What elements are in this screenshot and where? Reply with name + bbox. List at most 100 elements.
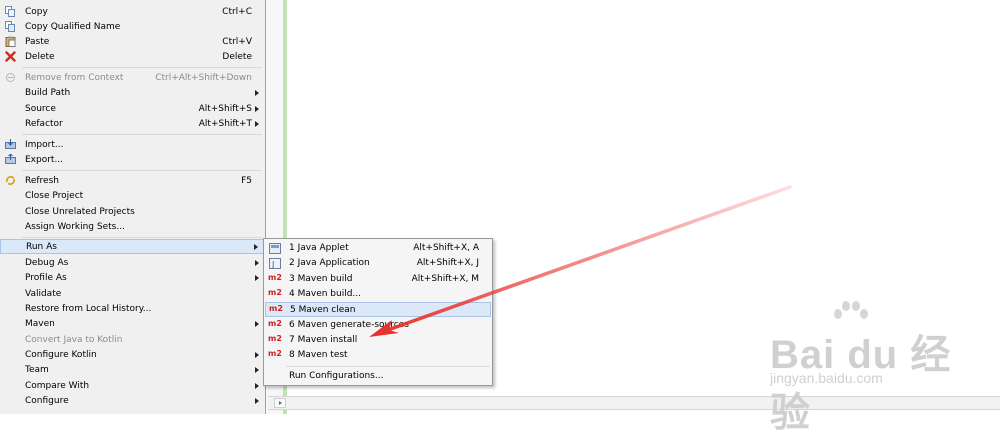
menu-item-close-unrelated-projects[interactable]: Close Unrelated Projects (0, 204, 264, 219)
maven-m2-icon: m2 (268, 288, 282, 297)
menu-item-label: Compare With (25, 380, 90, 391)
menu-separator (22, 237, 262, 238)
copy-qualified-icon (5, 21, 15, 32)
scroll-right-button[interactable] (274, 398, 286, 408)
menu-item-profile-as[interactable]: Profile As (0, 270, 264, 285)
maven-m2-icon: m2 (268, 319, 282, 328)
submenu-item-label: 2 Java Application (289, 258, 370, 268)
menu-item-delete[interactable]: Delete Delete (0, 49, 264, 64)
menu-item-label: Maven (25, 318, 55, 329)
submenu-arrow-icon (255, 351, 259, 358)
submenu-item-label: Run Configurations... (289, 371, 384, 381)
submenu-item-java-applet[interactable]: 1 Java Applet Alt+Shift+X, A (265, 241, 491, 256)
menu-item-label: Close Project (25, 190, 84, 201)
menu-item-close-project[interactable]: Close Project (0, 188, 264, 203)
submenu-item-label: 4 Maven build... (289, 289, 362, 299)
menu-item-export[interactable]: Export... (0, 152, 264, 167)
menu-item-shortcut: F5 (241, 175, 252, 186)
menu-item-label: Import... (25, 139, 64, 150)
maven-m2-icon: m2 (269, 304, 283, 313)
submenu-item-label: 1 Java Applet (289, 243, 349, 253)
submenu-arrow-icon (255, 320, 259, 327)
menu-item-label: Refresh (25, 175, 59, 186)
submenu-arrow-icon (255, 120, 259, 127)
menu-item-debug-as[interactable]: Debug As (0, 255, 264, 270)
menu-separator (22, 67, 262, 68)
submenu-item-label: 8 Maven test (289, 350, 348, 360)
remove-context-icon (6, 73, 15, 82)
menu-item-copy-qualified-name[interactable]: Copy Qualified Name (0, 19, 264, 34)
submenu-item-maven-build-dialog[interactable]: m2 4 Maven build... (265, 287, 491, 302)
menu-item-label: Configure Kotlin (25, 349, 97, 360)
maven-m2-icon: m2 (268, 349, 282, 358)
submenu-arrow-icon (255, 382, 259, 389)
submenu-arrow-icon (255, 259, 259, 266)
submenu-arrow-icon (255, 274, 259, 281)
menu-item-shortcut: Delete (222, 51, 252, 62)
menu-item-maven[interactable]: Maven (0, 316, 264, 331)
maven-m2-icon: m2 (268, 334, 282, 343)
menu-item-validate[interactable]: Validate (0, 286, 264, 301)
menu-item-configure[interactable]: Configure (0, 393, 264, 408)
menu-item-team[interactable]: Team (0, 362, 264, 377)
menu-item-assign-working-sets[interactable]: Assign Working Sets... (0, 219, 264, 234)
submenu-arrow-icon (254, 243, 258, 250)
menu-item-label: Build Path (25, 87, 71, 98)
menu-item-label: Remove from Context (25, 72, 124, 83)
refresh-icon (6, 176, 15, 185)
submenu-item-maven-install[interactable]: m2 7 Maven install (265, 333, 491, 348)
menu-item-remove-from-context[interactable]: Remove from Context Ctrl+Alt+Shift+Down (0, 70, 264, 85)
menu-item-convert-java-to-kotlin[interactable]: Convert Java to Kotlin (0, 332, 264, 347)
menu-item-label: Copy Qualified Name (25, 21, 121, 32)
menu-separator (22, 170, 262, 171)
submenu-item-shortcut: Alt+Shift+X, J (416, 258, 479, 268)
menu-item-configure-kotlin[interactable]: Configure Kotlin (0, 347, 264, 362)
menu-item-shortcut: Alt+Shift+S (198, 103, 252, 114)
menu-item-shortcut: Ctrl+V (222, 36, 252, 47)
svg-text:J: J (271, 260, 274, 269)
menu-item-label: Convert Java to Kotlin (25, 334, 123, 345)
submenu-item-run-configurations[interactable]: Run Configurations... (265, 369, 491, 384)
menu-item-label: Profile As (25, 272, 67, 283)
menu-item-import[interactable]: Import... (0, 137, 264, 152)
menu-item-label: Restore from Local History... (25, 303, 152, 314)
menu-item-shortcut: Ctrl+Alt+Shift+Down (155, 72, 252, 83)
submenu-item-maven-build[interactable]: m2 3 Maven build Alt+Shift+X, M (265, 272, 491, 287)
menu-item-shortcut: Ctrl+C (222, 6, 252, 17)
menu-item-restore-local-history[interactable]: Restore from Local History... (0, 301, 264, 316)
submenu-item-maven-clean[interactable]: m2 5 Maven clean (265, 302, 491, 317)
import-icon (5, 139, 16, 149)
menu-item-run-as[interactable]: Run As (0, 239, 264, 254)
menu-item-label: Run As (26, 241, 57, 252)
submenu-item-label: 3 Maven build (289, 274, 353, 284)
submenu-item-label: 6 Maven generate-sources (289, 320, 409, 330)
submenu-item-shortcut: Alt+Shift+X, A (413, 243, 479, 253)
delete-icon (5, 51, 16, 62)
submenu-item-maven-test[interactable]: m2 8 Maven test (265, 348, 491, 363)
menu-item-build-path[interactable]: Build Path (0, 85, 264, 100)
java-applet-icon (269, 243, 281, 254)
submenu-arrow-icon (255, 366, 259, 373)
menu-item-paste[interactable]: Paste Ctrl+V (0, 34, 264, 49)
submenu-arrow-icon (255, 105, 259, 112)
submenu-item-label: 7 Maven install (289, 335, 358, 345)
watermark-url: jingyan.baidu.com (770, 370, 883, 386)
menu-item-label: Assign Working Sets... (25, 221, 125, 232)
menu-item-compare-with[interactable]: Compare With (0, 378, 264, 393)
export-icon (5, 154, 16, 164)
menu-item-refactor[interactable]: Refactor Alt+Shift+T (0, 116, 264, 131)
menu-item-label: Close Unrelated Projects (25, 206, 135, 217)
menu-item-label: Copy (25, 6, 48, 17)
menu-item-refresh[interactable]: Refresh F5 (0, 173, 264, 188)
menu-item-copy[interactable]: Copy Ctrl+C (0, 4, 264, 19)
menu-item-label: Debug As (25, 257, 69, 268)
menu-item-source[interactable]: Source Alt+Shift+S (0, 101, 264, 116)
submenu-separator (286, 366, 490, 367)
menu-item-label: Paste (25, 36, 50, 47)
submenu-item-label: 5 Maven clean (290, 305, 356, 315)
submenu-item-java-application[interactable]: J 2 Java Application Alt+Shift+X, J (265, 256, 491, 271)
submenu-item-maven-generate-sources[interactable]: m2 6 Maven generate-sources (265, 318, 491, 333)
menu-item-label: Source (25, 103, 56, 114)
menu-item-label: Configure (25, 395, 69, 406)
context-menu: Copy Ctrl+C Copy Qualified Name Paste Ct… (0, 0, 266, 414)
